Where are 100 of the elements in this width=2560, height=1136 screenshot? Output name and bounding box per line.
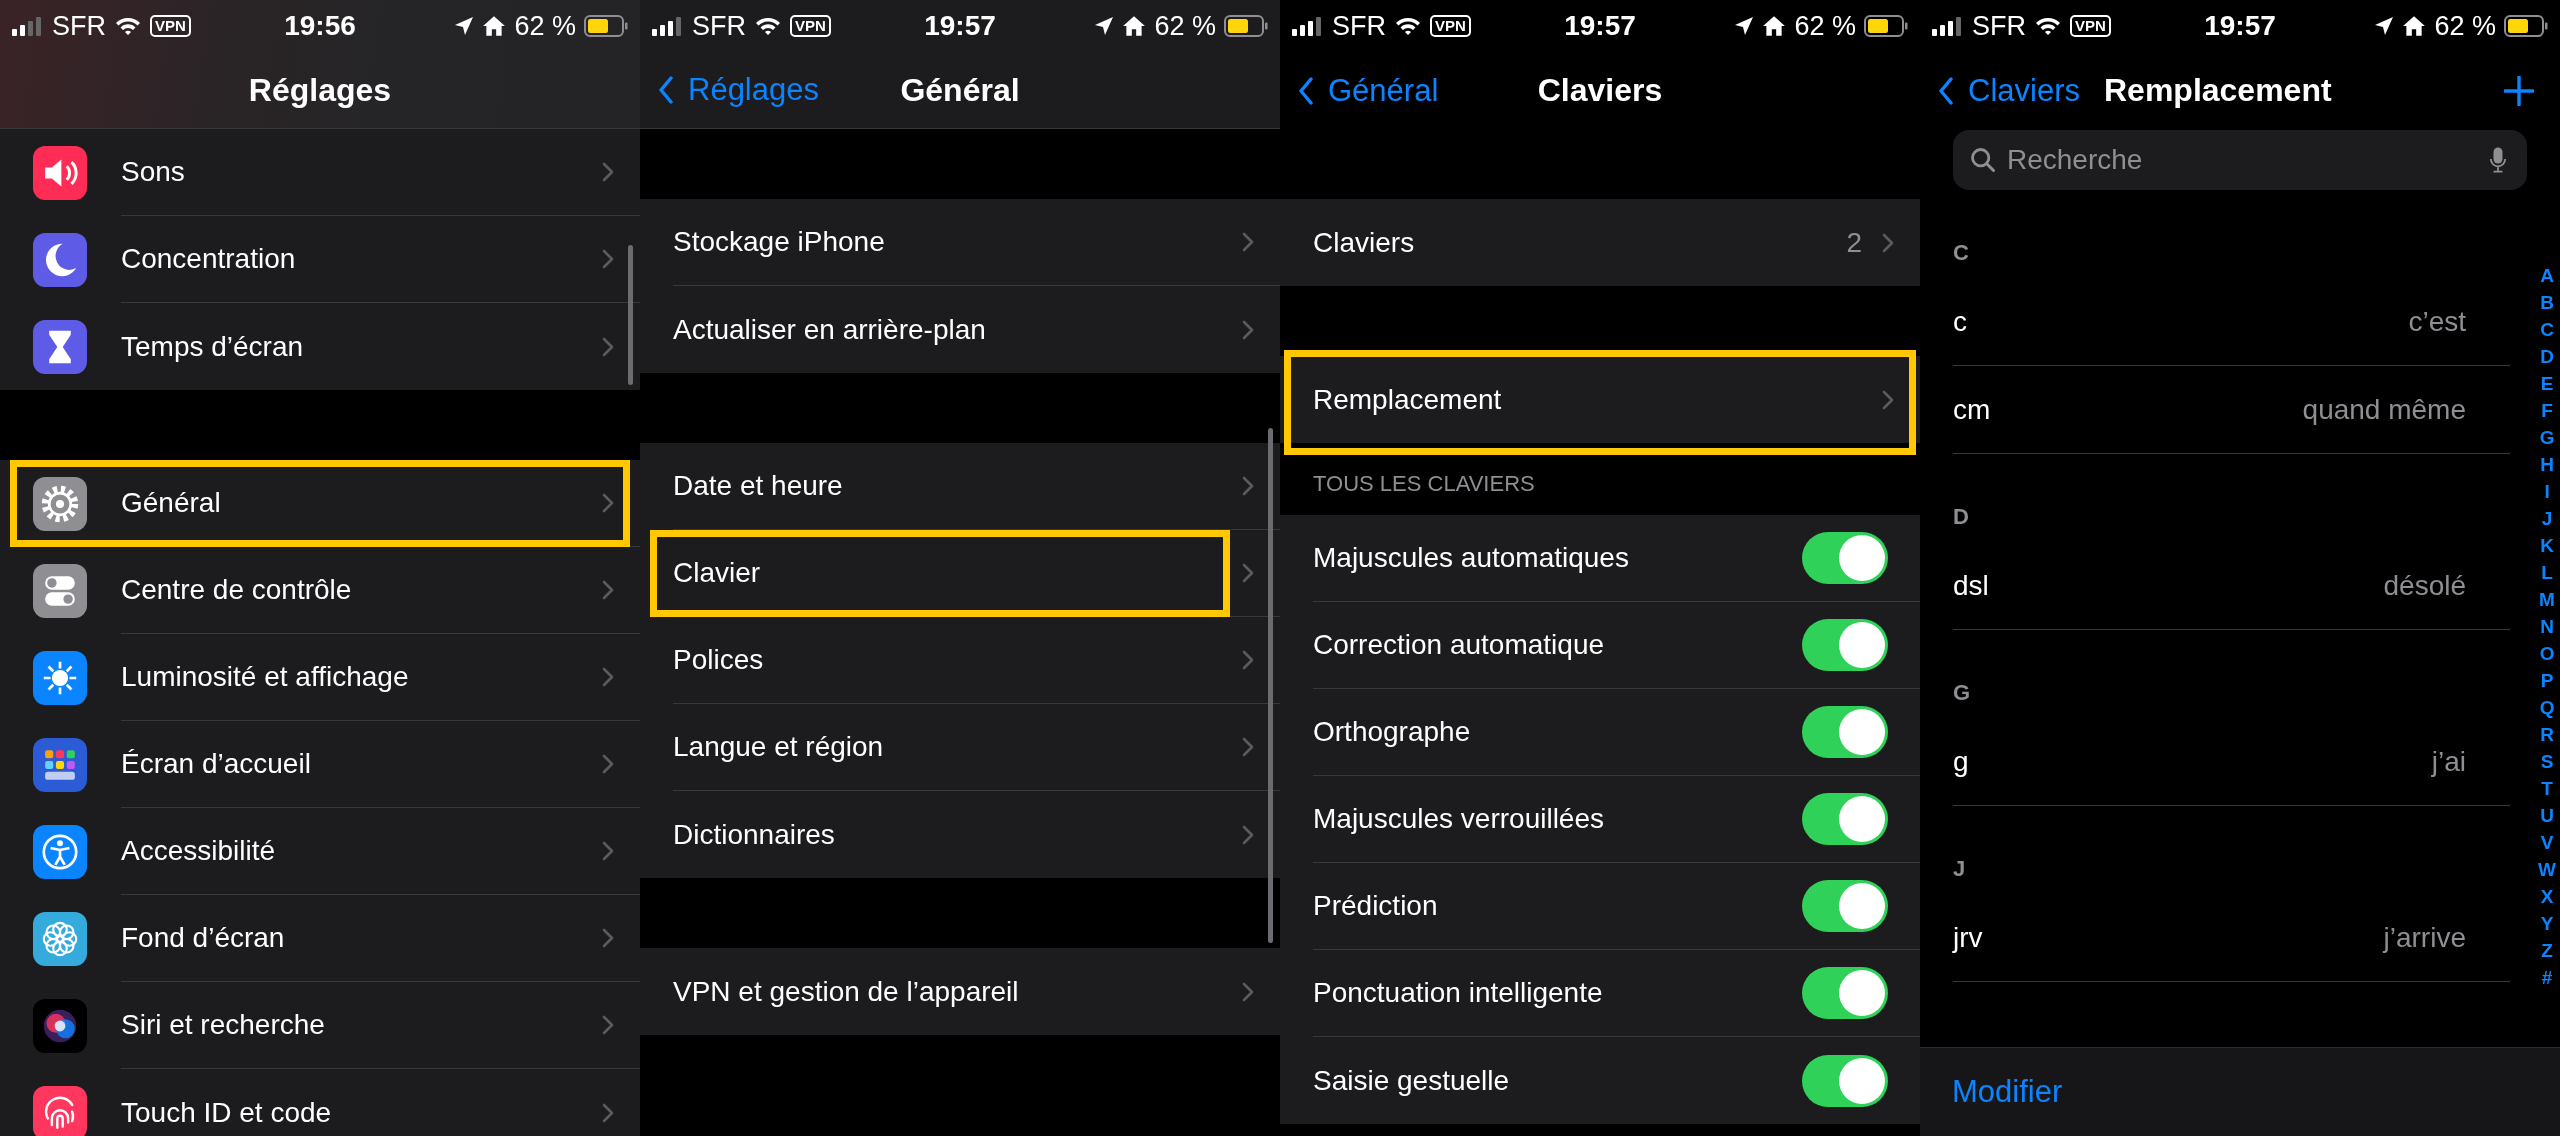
- carrier-name: SFR: [1332, 10, 1386, 42]
- status-time: 19:57: [1564, 10, 1636, 42]
- settings-label[interactable]: Centre de contrôle: [121, 574, 602, 606]
- settings-label[interactable]: Clavier: [673, 557, 1242, 589]
- home-icon: [2402, 15, 2427, 37]
- index-letter[interactable]: G: [2539, 424, 2555, 451]
- shortcut-text[interactable]: cm: [1953, 393, 1991, 426]
- index-letter[interactable]: M: [2539, 586, 2555, 613]
- settings-label[interactable]: Dictionnaires: [673, 818, 1242, 851]
- settings-label: Prédiction: [1313, 890, 1439, 922]
- index-letter[interactable]: #: [2541, 964, 2553, 991]
- index-letter[interactable]: E: [2540, 370, 2554, 397]
- index-letter[interactable]: O: [2539, 640, 2555, 667]
- index-letter[interactable]: Z: [2541, 937, 2553, 964]
- battery-icon: [584, 15, 628, 37]
- index-letter[interactable]: F: [2541, 397, 2553, 424]
- settings-label[interactable]: Polices: [673, 644, 1242, 676]
- settings-label[interactable]: Stockage iPhone: [673, 226, 1242, 258]
- index-letter[interactable]: V: [2540, 829, 2554, 856]
- toggle-switch[interactable]: [1802, 1054, 1888, 1107]
- settings-label[interactable]: Temps d’écran: [121, 330, 602, 363]
- shortcut-text[interactable]: g: [1953, 745, 1969, 778]
- back-button[interactable]: Claviers: [1938, 72, 2080, 109]
- settings-label[interactable]: Actualiser en arrière-plan: [673, 313, 1242, 346]
- index-letter[interactable]: S: [2540, 748, 2554, 775]
- settings-label[interactable]: Fond d’écran: [121, 922, 602, 954]
- signal-icon: [1932, 16, 1964, 36]
- toggle-switch[interactable]: [1802, 793, 1888, 845]
- section-header: TOUS LES CLAVIERS: [1312, 471, 1536, 498]
- settings-label: Correction automatique: [1313, 629, 1606, 661]
- vpn-badge: VPN: [790, 15, 831, 37]
- vpn-badge: VPN: [1430, 15, 1471, 37]
- location-arrow-icon: [2374, 16, 2395, 36]
- search-field[interactable]: Recherche: [1953, 130, 2527, 190]
- settings-label[interactable]: Sons: [121, 156, 602, 188]
- index-letter[interactable]: R: [2540, 721, 2554, 748]
- location-arrow-icon: [1094, 16, 1115, 36]
- index-letter[interactable]: I: [2544, 478, 2550, 505]
- settings-label[interactable]: Touch ID et code: [121, 1096, 602, 1129]
- index-letter[interactable]: L: [2541, 559, 2553, 586]
- status-time: 19:57: [2204, 10, 2276, 42]
- index-letter[interactable]: N: [2540, 613, 2554, 640]
- settings-label[interactable]: Siri et recherche: [121, 1009, 602, 1041]
- settings-label: Ponctuation intelligente: [1313, 977, 1604, 1009]
- page-title: Réglages: [248, 71, 392, 109]
- index-letter[interactable]: D: [2540, 343, 2554, 370]
- row-value: 2: [1846, 226, 1862, 259]
- index-letter[interactable]: Y: [2540, 910, 2554, 937]
- settings-label[interactable]: Général: [121, 487, 602, 519]
- index-letter[interactable]: Q: [2539, 694, 2555, 721]
- chevron-icon: [1242, 232, 1254, 252]
- settings-label[interactable]: VPN et gestion de l’appareil: [673, 975, 1242, 1008]
- microphone-icon[interactable]: [2489, 146, 2507, 174]
- shortcut-text[interactable]: jrv: [1953, 921, 1983, 954]
- battery-percent: 62 %: [1794, 10, 1856, 42]
- chevron-icon: [602, 162, 614, 182]
- settings-label[interactable]: Accessibilité: [121, 835, 602, 867]
- settings-label[interactable]: Luminosité et affichage: [121, 661, 602, 693]
- battery-percent: 62 %: [1154, 10, 1216, 42]
- chevron-icon: [602, 667, 614, 687]
- index-letter[interactable]: A: [2540, 262, 2554, 289]
- settings-label: Saisie gestuelle: [1313, 1064, 1511, 1097]
- settings-label[interactable]: Langue et région: [673, 731, 1242, 763]
- toggle-switch[interactable]: [1802, 880, 1888, 932]
- settings-label[interactable]: Claviers: [1313, 226, 1847, 259]
- signal-icon: [1292, 16, 1324, 36]
- index-letter[interactable]: K: [2540, 532, 2554, 559]
- edit-button[interactable]: Modifier: [1952, 1074, 2063, 1110]
- back-chevron-icon: [1938, 76, 1954, 105]
- index-letter[interactable]: U: [2540, 802, 2554, 829]
- settings-label[interactable]: Concentration: [121, 243, 602, 275]
- index-letter[interactable]: W: [2538, 856, 2556, 883]
- shortcut-text[interactable]: c: [1953, 305, 1967, 338]
- index-letter[interactable]: B: [2540, 289, 2554, 316]
- settings-label[interactable]: Date et heure: [673, 470, 1242, 502]
- index-letter[interactable]: H: [2540, 451, 2554, 478]
- vpn-badge: VPN: [2070, 15, 2111, 37]
- back-button[interactable]: Général: [1298, 72, 1439, 109]
- page-title: Claviers: [1537, 72, 1663, 109]
- chevron-icon: [602, 493, 614, 513]
- index-letter[interactable]: J: [2541, 505, 2553, 532]
- status-time: 19:57: [924, 10, 996, 42]
- settings-label[interactable]: Écran d’accueil: [121, 748, 602, 780]
- back-button[interactable]: Réglages: [658, 72, 819, 108]
- add-icon[interactable]: [2504, 75, 2534, 106]
- toggle-switch[interactable]: [1802, 619, 1888, 671]
- index-letter[interactable]: T: [2541, 775, 2553, 802]
- toggle-switch[interactable]: [1802, 706, 1888, 758]
- index-letter[interactable]: X: [2540, 883, 2554, 910]
- battery-icon: [1224, 15, 1268, 37]
- home-icon: [1122, 15, 1147, 37]
- index-letter[interactable]: P: [2540, 667, 2554, 694]
- index-letter[interactable]: C: [2540, 316, 2554, 343]
- settings-label[interactable]: Remplacement: [1313, 383, 1882, 416]
- toggle-switch[interactable]: [1802, 532, 1888, 584]
- toggle-switch[interactable]: [1802, 967, 1888, 1019]
- page-title: Remplacement: [2103, 72, 2332, 109]
- shortcut-text[interactable]: dsl: [1953, 569, 1989, 602]
- chevron-icon: [602, 1102, 614, 1123]
- carrier-name: SFR: [52, 10, 106, 42]
